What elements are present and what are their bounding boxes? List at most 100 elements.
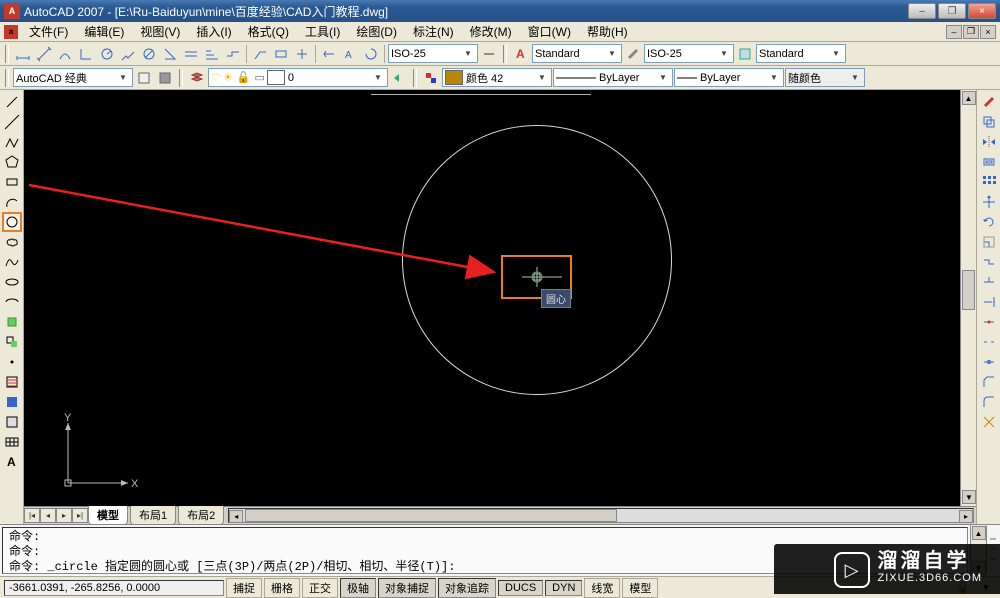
dim-quick-icon[interactable] (181, 44, 201, 64)
table-tool-icon[interactable] (2, 432, 22, 452)
dim-linear-icon[interactable] (13, 44, 33, 64)
status-ortho[interactable]: 正交 (302, 578, 338, 598)
close-button[interactable]: × (968, 3, 996, 19)
status-osnap[interactable]: 对象捕捉 (378, 578, 436, 598)
toolbar-gripper-5[interactable] (413, 69, 417, 87)
hscroll-left-icon[interactable]: ◂ (229, 510, 243, 523)
explode-tool-icon[interactable] (979, 412, 999, 432)
horizontal-scrollbar[interactable]: ◂ ▸ (228, 508, 974, 523)
status-lwt[interactable]: 线宽 (584, 578, 620, 598)
dim-baseline-icon[interactable] (202, 44, 222, 64)
doc-minimize[interactable]: – (946, 25, 962, 39)
text-style-icon-a[interactable]: A (511, 44, 531, 64)
dim-jogged-icon[interactable] (118, 44, 138, 64)
toolbar-gripper-4[interactable] (179, 69, 183, 87)
hscroll-right-icon[interactable]: ▸ (959, 510, 973, 523)
cmd-scroll-up-icon[interactable]: ▲ (972, 526, 986, 540)
stretch-tool-icon[interactable] (979, 252, 999, 272)
doc-restore[interactable]: ❐ (963, 25, 979, 39)
dim-edit-icon[interactable] (319, 44, 339, 64)
table-style-icon[interactable] (735, 44, 755, 64)
menu-file[interactable]: 文件(F) (21, 21, 76, 42)
tolerance-icon[interactable] (271, 44, 291, 64)
dim-style-dropdown-1[interactable]: ISO-25 ▼ (388, 44, 478, 63)
menu-window[interactable]: 窗口(W) (520, 21, 579, 42)
toolbar-gripper-2[interactable] (503, 45, 507, 63)
dim-style-dropdown-2[interactable]: ISO-25 ▼ (644, 44, 734, 63)
ellipse-arc-tool-icon[interactable] (2, 292, 22, 312)
status-model[interactable]: 模型 (622, 578, 658, 598)
polygon-tool-icon[interactable] (2, 152, 22, 172)
menu-modify[interactable]: 修改(M) (462, 21, 520, 42)
break-tool-icon[interactable] (979, 332, 999, 352)
arc-tool-icon[interactable] (2, 192, 22, 212)
menu-dimension[interactable]: 标注(N) (405, 21, 462, 42)
polyline-tool-icon[interactable] (2, 132, 22, 152)
text-style-dropdown-2[interactable]: Standard ▼ (756, 44, 846, 63)
status-ducs[interactable]: DUCS (498, 580, 543, 596)
color-dropdown[interactable]: 颜色 42 ▼ (442, 68, 552, 87)
text-style-dropdown-1[interactable]: Standard ▼ (532, 44, 622, 63)
dim-brush-icon[interactable] (623, 44, 643, 64)
maximize-button[interactable]: ❐ (938, 3, 966, 19)
status-polar[interactable]: 极轴 (340, 578, 376, 598)
layer-previous-icon[interactable] (389, 68, 409, 88)
coordinate-display[interactable]: -3661.0391, -265.8256, 0.0000 (4, 580, 224, 596)
revcloud-tool-icon[interactable] (2, 232, 22, 252)
scroll-thumb[interactable] (962, 270, 975, 310)
array-tool-icon[interactable] (979, 172, 999, 192)
dim-update-icon[interactable] (361, 44, 381, 64)
vertical-scrollbar[interactable]: ▲ ▼ (960, 90, 976, 506)
menu-view[interactable]: 视图(V) (132, 21, 188, 42)
gradient-tool-icon[interactable] (2, 392, 22, 412)
plotstyle-dropdown[interactable]: 随颜色 ▼ (785, 68, 865, 87)
rectangle-tool-icon[interactable] (2, 172, 22, 192)
layer-dropdown[interactable]: ♡ ☀ 🔓 ▭ 0 ▼ (208, 68, 388, 87)
make-block-tool-icon[interactable] (2, 332, 22, 352)
menu-draw[interactable]: 绘图(D) (348, 21, 405, 42)
scale-tool-icon[interactable] (979, 232, 999, 252)
chamfer-tool-icon[interactable] (979, 372, 999, 392)
dim-angular-icon[interactable] (160, 44, 180, 64)
break-at-point-tool-icon[interactable] (979, 312, 999, 332)
dim-arc-icon[interactable] (55, 44, 75, 64)
toolpalette-icon[interactable] (155, 68, 175, 88)
insert-block-tool-icon[interactable] (2, 312, 22, 332)
tab-model[interactable]: 模型 (88, 506, 128, 524)
rotate-tool-icon[interactable] (979, 212, 999, 232)
hatch-tool-icon[interactable] (2, 372, 22, 392)
move-tool-icon[interactable] (979, 192, 999, 212)
scroll-down-icon[interactable]: ▼ (962, 490, 976, 504)
scroll-up-icon[interactable]: ▲ (962, 91, 976, 105)
circle-tool-icon[interactable] (2, 212, 22, 232)
copy-tool-icon[interactable] (979, 112, 999, 132)
tab-layout1[interactable]: 布局1 (130, 506, 176, 524)
status-otrack[interactable]: 对象追踪 (438, 578, 496, 598)
dim-text-edit-icon[interactable]: A (340, 44, 360, 64)
tab-first-icon[interactable]: |◂ (24, 508, 40, 523)
drawing-canvas[interactable]: 圆心 X Y ▲ ▼ (24, 90, 976, 524)
status-dyn[interactable]: DYN (545, 580, 582, 596)
join-tool-icon[interactable] (979, 352, 999, 372)
workspace-settings-icon[interactable] (134, 68, 154, 88)
line-tool-icon[interactable] (2, 92, 22, 112)
menu-insert[interactable]: 插入(I) (188, 21, 239, 42)
layer-manager-icon[interactable] (187, 68, 207, 88)
dim-ordinate-icon[interactable] (76, 44, 96, 64)
mtext-tool-icon[interactable]: A (2, 452, 22, 472)
leader-icon[interactable] (250, 44, 270, 64)
point-tool-icon[interactable] (2, 352, 22, 372)
toolbar-gripper-3[interactable] (5, 69, 9, 87)
dim-continue-icon[interactable] (223, 44, 243, 64)
menu-format[interactable]: 格式(Q) (240, 21, 297, 42)
menu-tools[interactable]: 工具(I) (297, 21, 348, 42)
dim-aligned-icon[interactable] (34, 44, 54, 64)
dim-radius-icon[interactable] (97, 44, 117, 64)
linetype-dropdown[interactable]: ByLayer ▼ (553, 68, 673, 87)
mirror-tool-icon[interactable] (979, 132, 999, 152)
menu-edit[interactable]: 编辑(E) (76, 21, 132, 42)
menu-help[interactable]: 帮助(H) (579, 21, 636, 42)
fillet-tool-icon[interactable] (979, 392, 999, 412)
status-snap[interactable]: 捕捉 (226, 578, 262, 598)
spline-tool-icon[interactable] (2, 252, 22, 272)
